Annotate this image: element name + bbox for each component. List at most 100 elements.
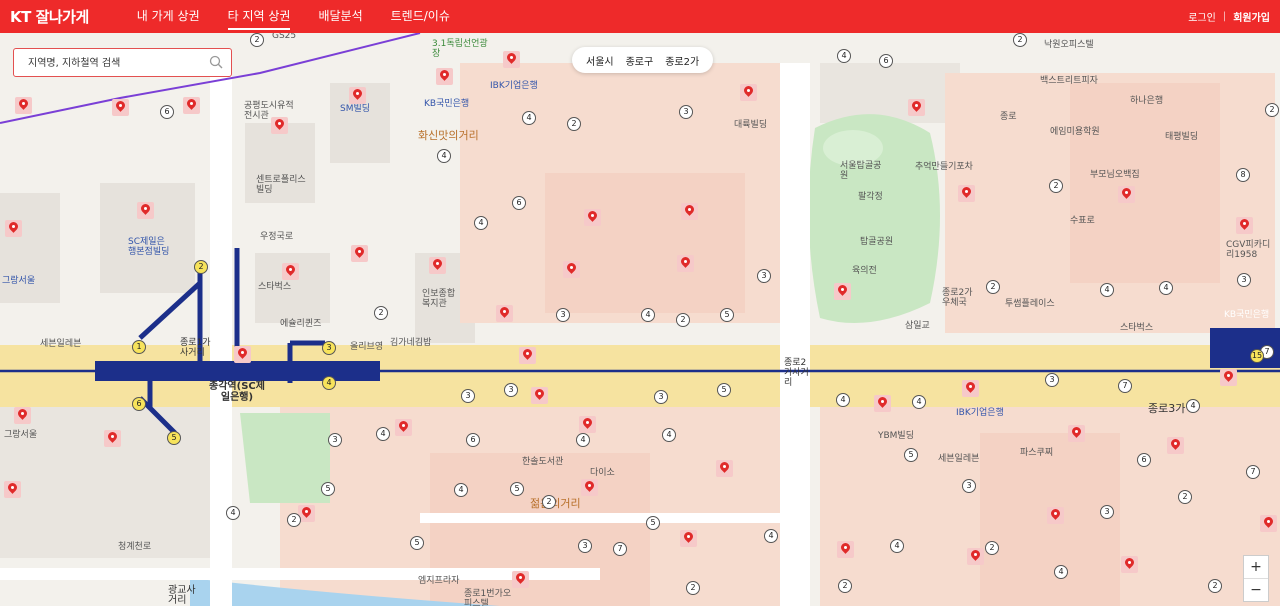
- auth-links: 로그인 | 회원가입: [1188, 0, 1270, 33]
- store-pin[interactable]: [282, 263, 299, 280]
- store-pin[interactable]: [512, 571, 529, 588]
- store-pin[interactable]: [681, 203, 698, 220]
- store-pin[interactable]: [958, 185, 975, 202]
- store-count-badge: 2: [374, 306, 388, 320]
- store-count-badge: 5: [510, 482, 524, 496]
- breadcrumb-district[interactable]: 종로구: [620, 53, 660, 68]
- store-count-badge: 4: [641, 308, 655, 322]
- app-logo[interactable]: KT 잘나가게: [10, 6, 89, 27]
- store-count-badge: 4: [1054, 565, 1068, 579]
- store-count-badge: 2: [985, 541, 999, 555]
- store-pin[interactable]: [234, 346, 251, 363]
- map-label: 청계천로: [118, 542, 152, 552]
- map-label: 광교사거리: [168, 585, 196, 606]
- login-link[interactable]: 로그인: [1188, 9, 1216, 24]
- store-pin[interactable]: [436, 68, 453, 85]
- store-pin[interactable]: [519, 347, 536, 364]
- map-label: 스타벅스: [258, 282, 292, 292]
- store-pin[interactable]: [1047, 507, 1064, 524]
- store-count-badge: 2: [838, 579, 852, 593]
- map-label: GS25: [272, 33, 297, 41]
- store-pin[interactable]: [1167, 437, 1184, 454]
- store-pin[interactable]: [579, 416, 596, 433]
- store-count-badge: 4: [454, 483, 468, 497]
- store-count-badge: 2: [676, 313, 690, 327]
- store-pin[interactable]: [563, 261, 580, 278]
- store-pin[interactable]: [15, 97, 32, 114]
- store-count-badge: 4: [576, 433, 590, 447]
- store-count-badge: 2: [1265, 103, 1279, 117]
- signup-link[interactable]: 회원가입: [1233, 9, 1270, 24]
- store-pin[interactable]: [531, 387, 548, 404]
- store-pin[interactable]: [874, 395, 891, 412]
- store-count-badge: 2: [1208, 579, 1222, 593]
- store-pin[interactable]: [677, 255, 694, 272]
- search-input[interactable]: [26, 49, 215, 77]
- map-label: 한솔도서관: [522, 457, 564, 467]
- zoom-out-button[interactable]: −: [1244, 578, 1268, 601]
- store-pin[interactable]: [837, 541, 854, 558]
- search-icon[interactable]: [209, 55, 223, 69]
- map-label: 3.1독립선언광장: [432, 39, 488, 59]
- store-pin[interactable]: [1260, 515, 1277, 532]
- store-pin[interactable]: [962, 380, 979, 397]
- store-count-badge: 6: [879, 54, 893, 68]
- store-pin[interactable]: [5, 220, 22, 237]
- map-label: 에임미용학원: [1050, 127, 1100, 137]
- store-pin[interactable]: [1236, 217, 1253, 234]
- tab-delivery-analysis[interactable]: 배달분석: [304, 0, 376, 33]
- store-pin[interactable]: [584, 209, 601, 226]
- map-label: 삼일교: [905, 321, 930, 331]
- store-pin[interactable]: [429, 257, 446, 274]
- map-label: 종로1가사거리: [180, 338, 211, 358]
- breadcrumb-neighborhood[interactable]: 종로2가: [659, 53, 705, 68]
- tab-my-store-area[interactable]: 내 가게 상권: [123, 0, 214, 33]
- store-pin[interactable]: [351, 245, 368, 262]
- map-label: 올리브영: [350, 342, 384, 352]
- zoom-in-button[interactable]: +: [1244, 556, 1268, 578]
- store-pin[interactable]: [183, 97, 200, 114]
- store-count-badge: 7: [1118, 379, 1132, 393]
- store-count-badge: 2: [287, 513, 301, 527]
- map-label: 다이소: [590, 468, 615, 478]
- store-pin[interactable]: [1118, 186, 1135, 203]
- store-count-badge: 4: [764, 529, 778, 543]
- map-canvas[interactable]: GS25 3.1독립선언광장 IBK기업은행 KB국민은행 SM빌딩 공평도시유…: [0, 33, 1280, 606]
- store-pin[interactable]: [503, 51, 520, 68]
- map-label: 에슐리퀸즈: [280, 319, 322, 329]
- store-pin[interactable]: [716, 460, 733, 477]
- map-label: 수표로: [1070, 216, 1095, 226]
- store-pin[interactable]: [908, 99, 925, 116]
- store-pin[interactable]: [967, 548, 984, 565]
- store-pin[interactable]: [680, 530, 697, 547]
- store-pin[interactable]: [137, 202, 154, 219]
- store-pin[interactable]: [349, 87, 366, 104]
- tab-trend-issue[interactable]: 트렌드/이슈: [377, 0, 464, 33]
- store-pin[interactable]: [4, 481, 21, 498]
- store-count-badge: 2: [250, 33, 264, 47]
- store-count-badge: 6: [160, 105, 174, 119]
- breadcrumb-city[interactable]: 서울시: [580, 53, 620, 68]
- map-label: 종로2가사거리: [784, 358, 809, 388]
- map-label: 화신맛의거리: [418, 129, 479, 142]
- store-pin[interactable]: [581, 479, 598, 496]
- store-count-badge: 4: [226, 506, 240, 520]
- store-pin[interactable]: [395, 419, 412, 436]
- store-pin[interactable]: [1068, 425, 1085, 442]
- map-label: 하나은행: [1130, 96, 1164, 106]
- store-count-badge: 4: [1186, 399, 1200, 413]
- tab-other-area[interactable]: 타 지역 상권: [214, 0, 305, 33]
- map-label: 서울탑골공원: [840, 161, 882, 181]
- store-pin[interactable]: [271, 117, 288, 134]
- store-pin[interactable]: [834, 283, 851, 300]
- store-pin[interactable]: [1220, 369, 1237, 386]
- store-pin[interactable]: [496, 305, 513, 322]
- map-label: IBK기업은행: [956, 408, 1004, 418]
- store-pin[interactable]: [1121, 556, 1138, 573]
- store-pin[interactable]: [740, 84, 757, 101]
- map-label: KB국민은행: [424, 99, 470, 109]
- store-pin[interactable]: [112, 99, 129, 116]
- store-pin[interactable]: [14, 407, 31, 424]
- store-pin[interactable]: [104, 430, 121, 447]
- store-count-badge: 4: [836, 393, 850, 407]
